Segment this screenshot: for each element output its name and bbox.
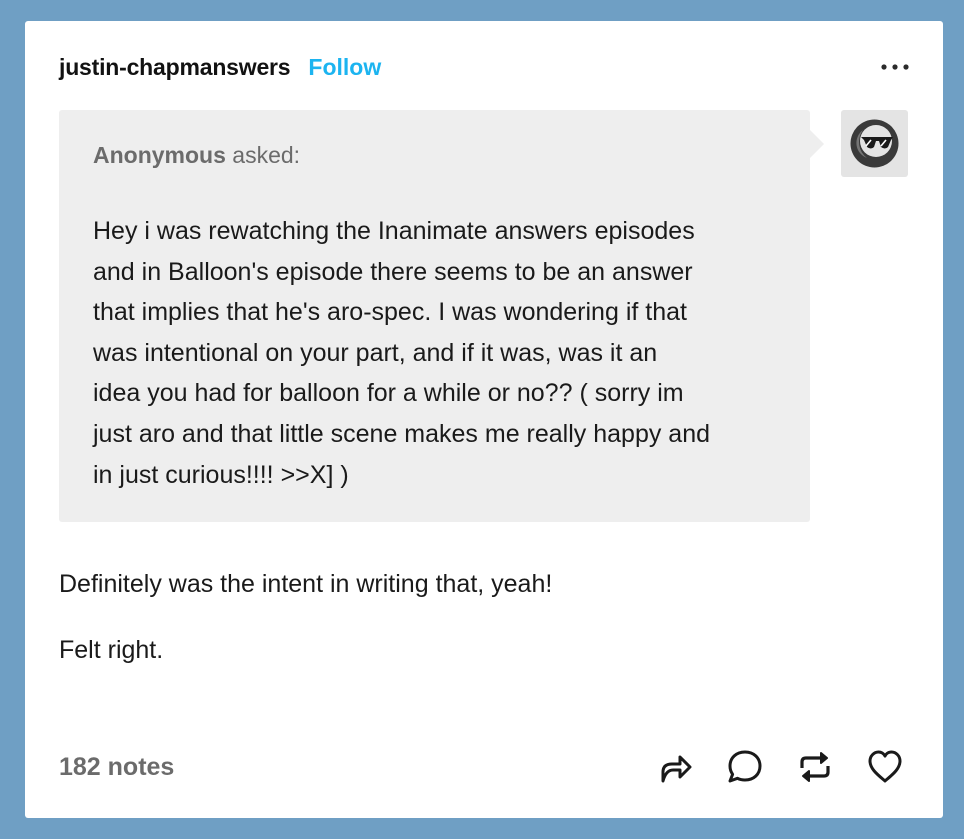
question-line: Hey i was rewatching the Inanimate answe… [93, 217, 695, 245]
blog-name-link[interactable]: justin-chapmanswers [59, 54, 291, 81]
post-footer: 182 notes [59, 743, 909, 791]
question-line: idea you had for balloon for a while or … [93, 379, 684, 408]
heart-icon[interactable] [861, 743, 909, 791]
asked-label: asked: [232, 142, 301, 168]
question-line: in just curious!!!! >>X] ) [93, 460, 349, 489]
post-header: justin-chapmanswers Follow [59, 49, 913, 85]
notes-count[interactable]: 182 notes [59, 753, 174, 782]
follow-button[interactable]: Follow [308, 54, 381, 81]
ask-bubble: Anonymous asked: Hey i was rewatching th… [59, 110, 824, 522]
question-line: and in Balloon's episode there seems to … [93, 257, 693, 286]
answer-paragraph: Definitely was the intent in writing tha… [59, 570, 553, 598]
reblog-icon[interactable] [791, 743, 839, 791]
more-horizontal-icon[interactable] [877, 55, 913, 79]
reply-icon[interactable] [721, 743, 769, 791]
question-line: was intentional on your part, and if it … [93, 338, 658, 367]
asker-line: Anonymous asked: [93, 142, 300, 169]
question-line: just aro and that little scene makes me … [93, 419, 711, 448]
answer-body: Definitely was the intent in writing tha… [59, 566, 909, 698]
answer-paragraph: Felt right. [59, 636, 164, 664]
question-text: Hey i was rewatching the Inanimate answe… [93, 211, 793, 495]
asker-name: Anonymous [93, 142, 226, 168]
post-actions [629, 743, 909, 791]
anonymous-sunglasses-avatar-icon[interactable] [841, 110, 908, 177]
share-icon[interactable] [651, 743, 699, 791]
post-card: justin-chapmanswers Follow Anonymous ask… [25, 21, 943, 818]
question-line: that implies that he's aro-spec. I was w… [93, 298, 687, 327]
